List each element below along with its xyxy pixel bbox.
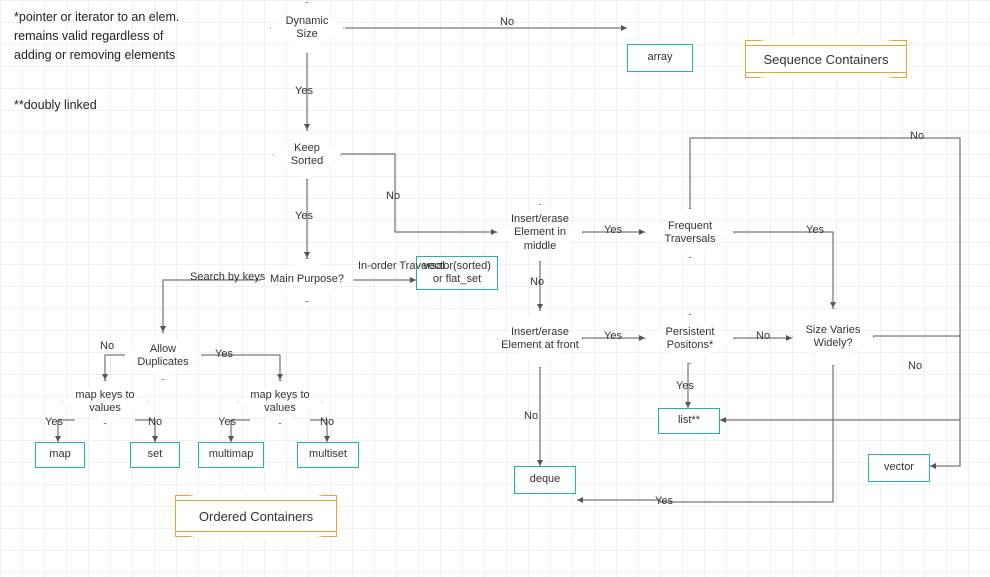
decision-frequent-traversals: Frequent Traversals	[645, 208, 735, 258]
decision-label: Dynamic Size	[270, 15, 344, 41]
terminal-multimap: multimap	[198, 442, 264, 468]
terminal-label: deque	[530, 473, 561, 486]
edge-label-yes: Yes	[655, 495, 673, 507]
decision-label: Allow Duplicates	[123, 343, 203, 369]
decision-dynamic-size: Dynamic Size	[270, 2, 344, 54]
edge-label-no: No	[100, 340, 114, 352]
terminal-multiset: multiset	[297, 442, 359, 468]
decision-persistent-positions: Persistent Positons*	[645, 314, 735, 364]
edge-label-no: No	[500, 16, 514, 28]
edge-label-no: No	[530, 276, 544, 288]
banner-label: Ordered Containers	[199, 509, 313, 524]
terminal-label: set	[148, 448, 163, 461]
edge-label-yes: Yes	[45, 416, 63, 428]
edge-label-yes: Yes	[676, 380, 694, 392]
terminal-label: array	[647, 51, 672, 64]
banner-sequence-containers: Sequence Containers	[745, 40, 907, 78]
decision-label: Persistent Positons*	[645, 326, 735, 352]
footnote-pointer: *pointer or iterator to an elem. remains…	[14, 8, 199, 64]
decision-insert-erase-middle: Insert/erase Element in middle	[497, 204, 583, 262]
edge-label-yes: Yes	[295, 85, 313, 97]
terminal-vector: vector	[868, 454, 930, 482]
decision-label: Keep Sorted	[273, 142, 341, 168]
edge-label-in-order-traversal: In-order Traversal	[358, 260, 414, 272]
terminal-label: map	[49, 448, 70, 461]
edge-label-yes: Yes	[604, 224, 622, 236]
edge-label-yes: Yes	[604, 330, 622, 342]
terminal-label: multimap	[209, 448, 254, 461]
edge-label-no: No	[320, 416, 334, 428]
decision-insert-erase-front: Insert/erase Element at front	[497, 310, 583, 368]
terminal-set: set	[130, 442, 180, 468]
edge-label-yes: Yes	[218, 416, 236, 428]
edge-label-no: No	[386, 190, 400, 202]
decision-label: Size Varies Widely?	[792, 324, 874, 350]
decision-label: Frequent Traversals	[645, 220, 735, 246]
edge-label-yes: Yes	[295, 210, 313, 222]
decision-size-varies-widely: Size Varies Widely?	[792, 308, 874, 366]
decision-label: map keys to values	[237, 389, 323, 415]
terminal-list: list**	[658, 408, 720, 434]
edge-label-yes: Yes	[215, 348, 233, 360]
edge-label-search-by-keys: Search by keys	[190, 271, 265, 283]
decision-main-purpose: Main Purpose?	[260, 258, 354, 302]
banner-label: Sequence Containers	[763, 52, 888, 67]
edge-label-no: No	[910, 130, 924, 142]
terminal-label: vector	[884, 461, 914, 474]
terminal-label: multiset	[309, 448, 347, 461]
footnote-doubly-linked: **doubly linked	[14, 96, 97, 115]
terminal-label: list**	[678, 414, 700, 427]
terminal-map: map	[35, 442, 85, 468]
terminal-deque: deque	[514, 466, 576, 494]
edge-label-no: No	[524, 410, 538, 422]
edge-label-no: No	[756, 330, 770, 342]
edge-label-no: No	[148, 416, 162, 428]
decision-label: Insert/erase Element at front	[497, 326, 583, 352]
diagram-canvas: *pointer or iterator to an elem. remains…	[0, 0, 990, 577]
decision-label: Insert/erase Element in middle	[497, 213, 583, 253]
terminal-array: array	[627, 44, 693, 72]
decision-allow-duplicates: Allow Duplicates	[123, 332, 203, 380]
decision-label: map keys to values	[62, 389, 148, 415]
edge-label-yes: Yes	[806, 224, 824, 236]
edge-label-no: No	[908, 360, 922, 372]
decision-map-keys-left: map keys to values	[62, 380, 148, 424]
decision-keep-sorted: Keep Sorted	[273, 130, 341, 180]
decision-label: Main Purpose?	[266, 273, 348, 286]
banner-ordered-containers: Ordered Containers	[175, 495, 337, 537]
decision-map-keys-right: map keys to values	[237, 380, 323, 424]
